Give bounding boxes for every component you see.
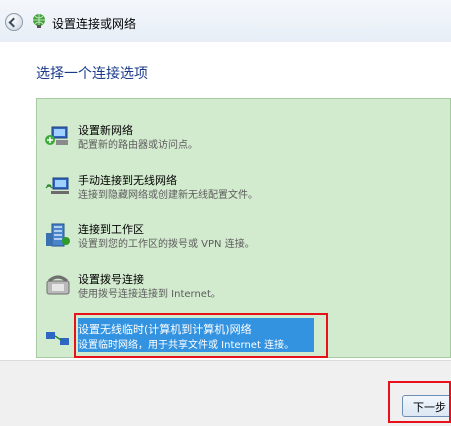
page-heading: 选择一个连接选项 [36, 66, 148, 82]
wireless-computer-icon [45, 177, 69, 194]
option-adhoc-network[interactable]: 设置无线临时(计算机到计算机)网络 设置临时网络，用于共享文件或 Interne… [44, 318, 444, 362]
window-title: 设置连接或网络 [52, 17, 137, 31]
title-bar: 设置连接或网络 [0, 0, 451, 42]
network-setup-icon [45, 126, 68, 145]
option-description: 配置新的路由器或访问点。 [78, 140, 198, 151]
next-button[interactable]: 下一步(N) [402, 395, 451, 417]
option-setup-new-network[interactable]: 设置新网络 配置新的路由器或访问点。 [44, 122, 444, 166]
adhoc-network-icon [46, 332, 69, 345]
option-connect-workplace[interactable]: 连接到工作区 设置到您的工作区的拨号或 VPN 连接。 [44, 221, 444, 265]
back-arrow-icon[interactable] [5, 13, 23, 31]
option-manual-wireless[interactable]: 手动连接到无线网络 连接到隐藏网络或创建新无线配置文件。 [44, 172, 444, 216]
option-description: 使用拨号连接连接到 Internet。 [78, 289, 221, 300]
option-description: 设置到您的工作区的拨号或 VPN 连接。 [78, 239, 255, 250]
option-title: 设置无线临时(计算机到计算机)网络 [78, 323, 252, 336]
option-dialup[interactable]: 设置拨号连接 使用拨号连接连接到 Internet。 [44, 271, 444, 315]
footer-bar [0, 360, 451, 426]
workplace-building-icon [46, 223, 70, 247]
option-description: 设置临时网络，用于共享文件或 Internet 连接。 [78, 340, 295, 351]
network-globe-icon [33, 14, 45, 28]
dialup-phone-icon [46, 275, 70, 295]
option-description: 连接到隐藏网络或创建新无线配置文件。 [78, 190, 258, 201]
